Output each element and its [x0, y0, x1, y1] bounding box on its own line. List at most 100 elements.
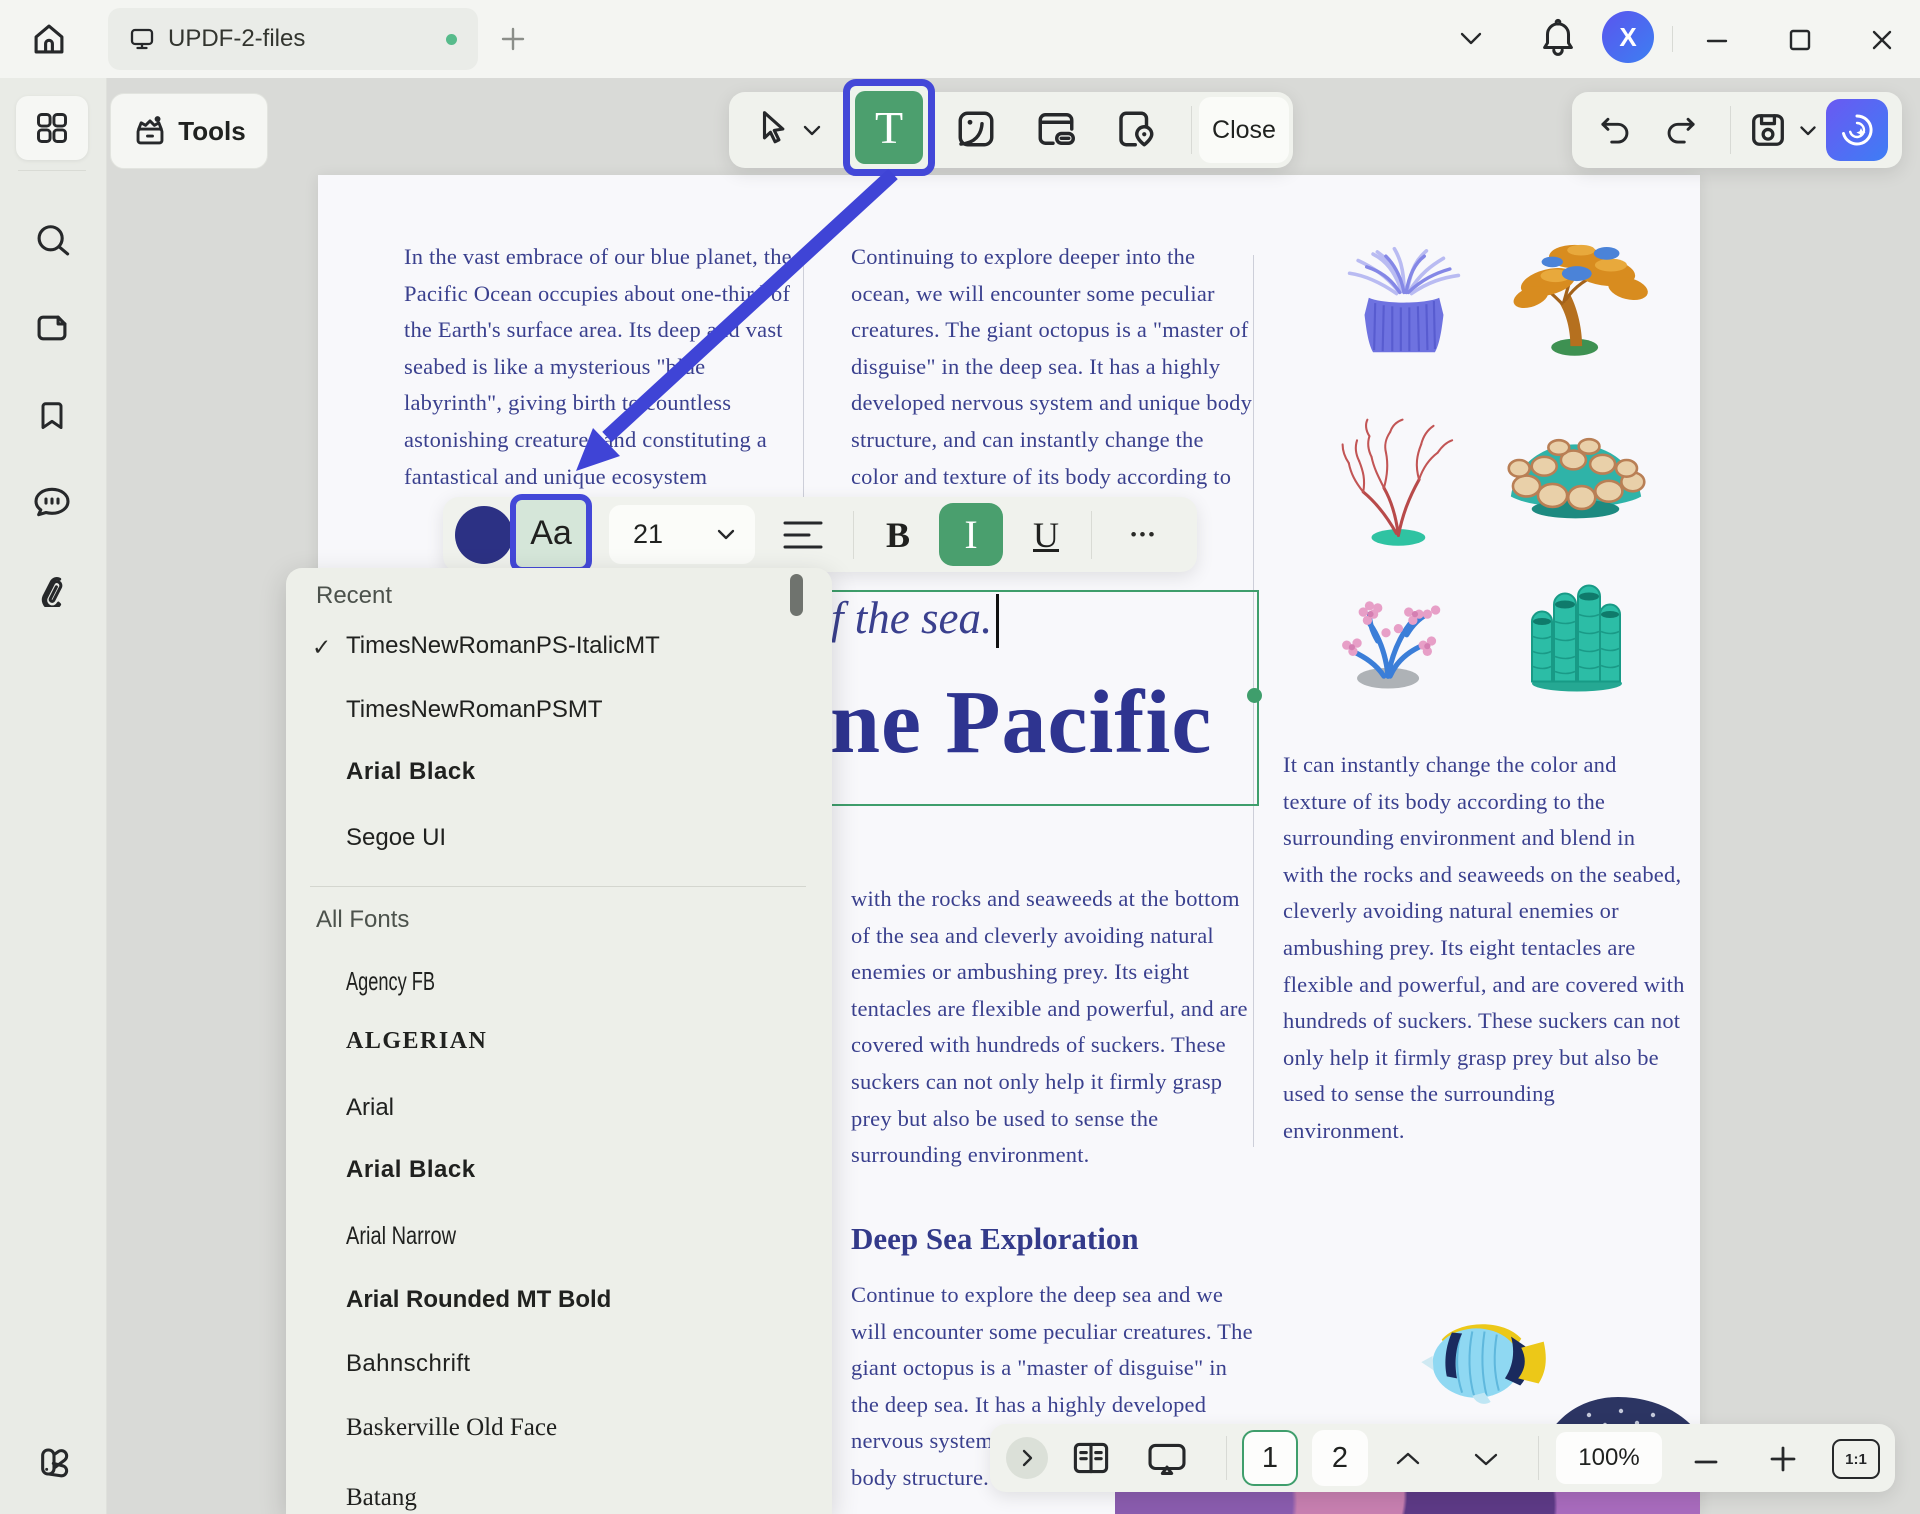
- tab-title: UPDF-2-files: [168, 8, 305, 70]
- sidebar-item-search[interactable]: [16, 209, 88, 273]
- undo-button[interactable]: [1594, 112, 1632, 148]
- zoom-out-button[interactable]: [1690, 1446, 1722, 1478]
- home-button[interactable]: [30, 20, 68, 58]
- search-icon: [33, 222, 71, 260]
- ai-assistant-button[interactable]: [1826, 99, 1888, 161]
- font-option-arial[interactable]: Arial: [346, 1094, 394, 1122]
- link-icon: [1035, 108, 1077, 150]
- format-separator: [853, 511, 854, 559]
- annotation-pin-tool-button[interactable]: [1115, 108, 1157, 150]
- presentation-button[interactable]: [1144, 1440, 1190, 1478]
- next-page-button[interactable]: [1470, 1448, 1502, 1470]
- chevron-up-icon: [1392, 1448, 1424, 1470]
- link-tool-button[interactable]: [1035, 108, 1077, 150]
- alignment-button[interactable]: [781, 515, 825, 555]
- font-option-arial-black[interactable]: Arial Black: [346, 1156, 476, 1184]
- image-tool-button[interactable]: [955, 108, 997, 150]
- zoom-in-button[interactable]: [1766, 1442, 1800, 1476]
- menu-scrollbar[interactable]: [790, 574, 803, 616]
- page-2-button[interactable]: 2: [1312, 1430, 1368, 1486]
- underline-button[interactable]: U: [1017, 505, 1075, 564]
- recent-section-label: Recent: [316, 582, 392, 610]
- toolbar-separator: [1191, 106, 1192, 154]
- collapse-toolbar-button[interactable]: [1456, 28, 1486, 50]
- font-size-select[interactable]: 21: [609, 505, 755, 564]
- font-option-batang[interactable]: Batang: [346, 1484, 417, 1512]
- zoom-level-button[interactable]: 100%: [1556, 1432, 1662, 1484]
- previous-page-button[interactable]: [1392, 1448, 1424, 1470]
- font-option-recent-1[interactable]: TimesNewRomanPSMT: [346, 696, 603, 724]
- plus-icon: [498, 24, 528, 54]
- comment-icon: [32, 483, 72, 521]
- close-window-button[interactable]: [1864, 22, 1900, 58]
- select-tool-button[interactable]: [755, 108, 793, 150]
- italic-button[interactable]: I: [939, 503, 1003, 566]
- view-controls-bar: 1 2 100% 1:1: [990, 1424, 1895, 1492]
- sidebar-item-thumbnails[interactable]: [16, 96, 88, 160]
- save-dropdown[interactable]: [1798, 124, 1818, 138]
- select-tool-dropdown[interactable]: [801, 123, 823, 139]
- font-option-baskerville[interactable]: Baskerville Old Face: [346, 1414, 557, 1442]
- bold-button[interactable]: B: [869, 505, 927, 564]
- doc-paragraph-col2-1: Continuing to explore deeper into the oc…: [851, 239, 1252, 495]
- sidebar-item-themes[interactable]: [16, 1430, 88, 1494]
- home-icon: [30, 20, 68, 58]
- menu-divider: [310, 886, 806, 887]
- textbox-resize-handle[interactable]: [1247, 688, 1262, 703]
- doc-paragraph-col1: In the vast embrace of our blue planet, …: [404, 239, 792, 495]
- redo-icon: [1664, 112, 1702, 148]
- tools-label: Tools: [178, 116, 245, 147]
- more-format-options-button[interactable]: •••: [1107, 505, 1181, 564]
- new-tab-button[interactable]: [498, 24, 528, 54]
- font-family-menu: Recent ✓ TimesNewRomanPS-ItalicMT TimesN…: [286, 568, 832, 1514]
- save-button[interactable]: [1748, 110, 1788, 150]
- textbox-line1[interactable]: f the sea.: [831, 592, 999, 648]
- close-edit-button[interactable]: Close: [1199, 97, 1289, 163]
- minimize-button[interactable]: [1700, 24, 1734, 58]
- font-family-button[interactable]: Aa: [510, 494, 592, 573]
- textbox-line2[interactable]: ne Pacific: [830, 671, 1212, 774]
- text-caret: [996, 594, 999, 648]
- font-option-recent-2[interactable]: Arial Black: [346, 758, 476, 786]
- reading-mode-button[interactable]: [1070, 1439, 1112, 1477]
- page-icon: [33, 309, 71, 347]
- doc-paragraph-col2-2: with the rocks and seaweeds at the botto…: [851, 881, 1248, 1174]
- notifications-button[interactable]: [1538, 18, 1578, 60]
- text-format-toolbar: Aa 21 B I U •••: [443, 497, 1197, 572]
- butterflyfish-image: [1413, 1307, 1551, 1409]
- text-tool-selection-highlight: T: [843, 79, 935, 176]
- font-option-algerian[interactable]: ALGERIAN: [346, 1028, 487, 1055]
- page-1-button[interactable]: 1: [1242, 1430, 1298, 1486]
- chevron-down-icon: [715, 527, 737, 543]
- sidebar-item-bookmarks[interactable]: [16, 384, 88, 448]
- font-option-bahnschrift[interactable]: Bahnschrift: [346, 1350, 470, 1378]
- expand-bar-button[interactable]: [1006, 1437, 1048, 1479]
- monitor-icon: [128, 25, 156, 53]
- sidebar-item-attachments[interactable]: [16, 556, 88, 620]
- doc-paragraph-col3: It can instantly change the color and te…: [1283, 747, 1685, 1150]
- sidebar-item-pages[interactable]: [16, 296, 88, 360]
- text-color-swatch[interactable]: [455, 506, 513, 564]
- actual-size-button[interactable]: 1:1: [1832, 1439, 1880, 1479]
- font-option-arial-narrow[interactable]: Arial Narrow: [346, 1222, 456, 1251]
- document-tab[interactable]: UPDF-2-files: [108, 8, 478, 70]
- redo-button[interactable]: [1664, 112, 1702, 148]
- maximize-button[interactable]: [1782, 22, 1818, 58]
- check-icon: ✓: [312, 634, 331, 661]
- font-option-recent-3[interactable]: Segoe UI: [346, 824, 446, 852]
- undo-icon: [1594, 112, 1632, 148]
- font-option-agency-fb[interactable]: Agency FB: [346, 966, 435, 997]
- text-tool-button[interactable]: T: [855, 91, 923, 164]
- image-icon: [955, 108, 997, 150]
- sidebar-item-comments[interactable]: [16, 470, 88, 534]
- toolbox-icon: [132, 114, 168, 148]
- swatch-fan-icon: [32, 1442, 72, 1482]
- align-left-icon: [781, 515, 825, 555]
- titlebar: UPDF-2-files X: [0, 0, 1920, 78]
- font-option-recent-0[interactable]: TimesNewRomanPS-ItalicMT: [346, 632, 660, 660]
- tools-button[interactable]: Tools: [110, 93, 268, 169]
- font-option-arial-rounded[interactable]: Arial Rounded MT Bold: [346, 1286, 611, 1314]
- avatar[interactable]: X: [1602, 11, 1654, 63]
- ai-swirl-icon: [1835, 108, 1879, 152]
- section-heading: Deep Sea Exploration: [851, 1221, 1139, 1257]
